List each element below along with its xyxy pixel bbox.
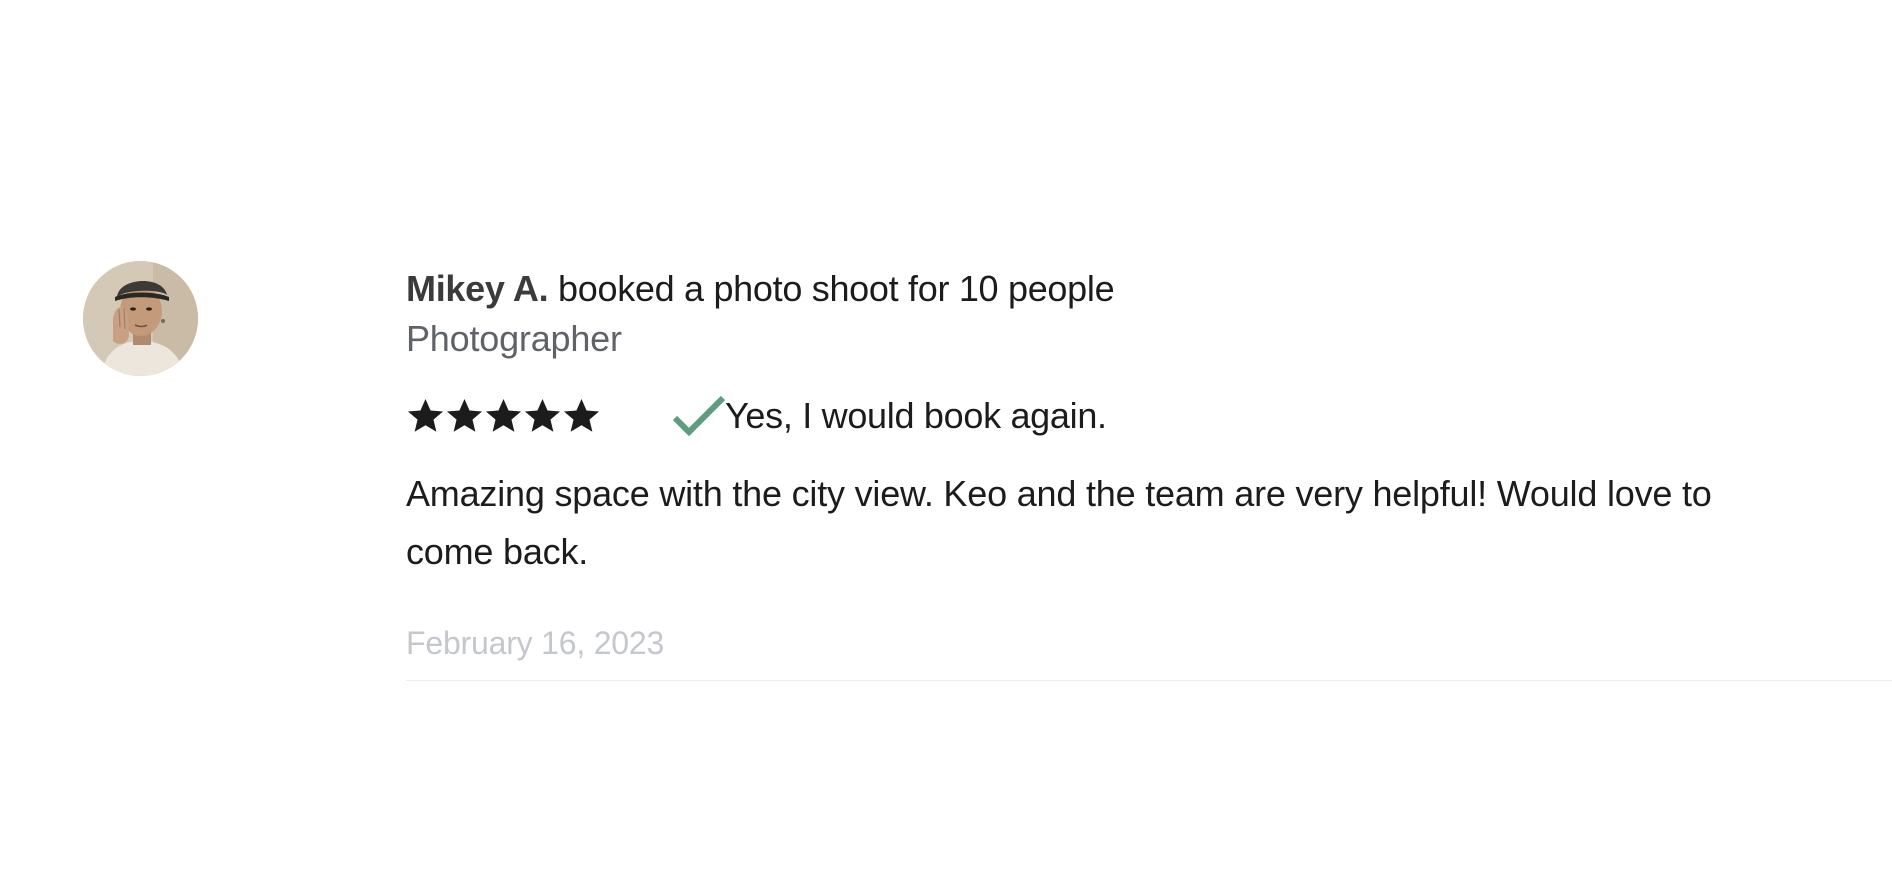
review-content: Mikey A. booked a photo shoot for 10 peo… — [406, 262, 1892, 663]
reviewer-name[interactable]: Mikey A. — [406, 268, 549, 309]
booking-description: booked a photo shoot for 10 people — [548, 268, 1115, 309]
star-icon — [524, 398, 561, 432]
review-card: Mikey A. booked a photo shoot for 10 peo… — [0, 0, 1892, 886]
star-icon — [407, 398, 444, 432]
review-date: February 16, 2023 — [406, 625, 665, 661]
divider — [406, 680, 1892, 681]
avatar-photo — [83, 261, 198, 376]
reviewer-role: Photographer — [406, 318, 622, 359]
book-again-label: Yes, I would book again. — [725, 395, 1107, 436]
review-headline: Mikey A. booked a photo shoot for 10 peo… — [406, 262, 1892, 316]
star-rating — [406, 397, 673, 436]
review-text: Amazing space with the city view. Keo an… — [406, 473, 1712, 572]
book-again-indicator: Yes, I would book again. — [673, 393, 1107, 439]
star-icon — [485, 398, 522, 432]
rating-row: Yes, I would book again. — [406, 393, 1892, 439]
avatar[interactable] — [83, 261, 198, 376]
checkmark-icon — [673, 396, 725, 436]
star-icon — [563, 398, 600, 432]
star-icon — [446, 398, 483, 432]
